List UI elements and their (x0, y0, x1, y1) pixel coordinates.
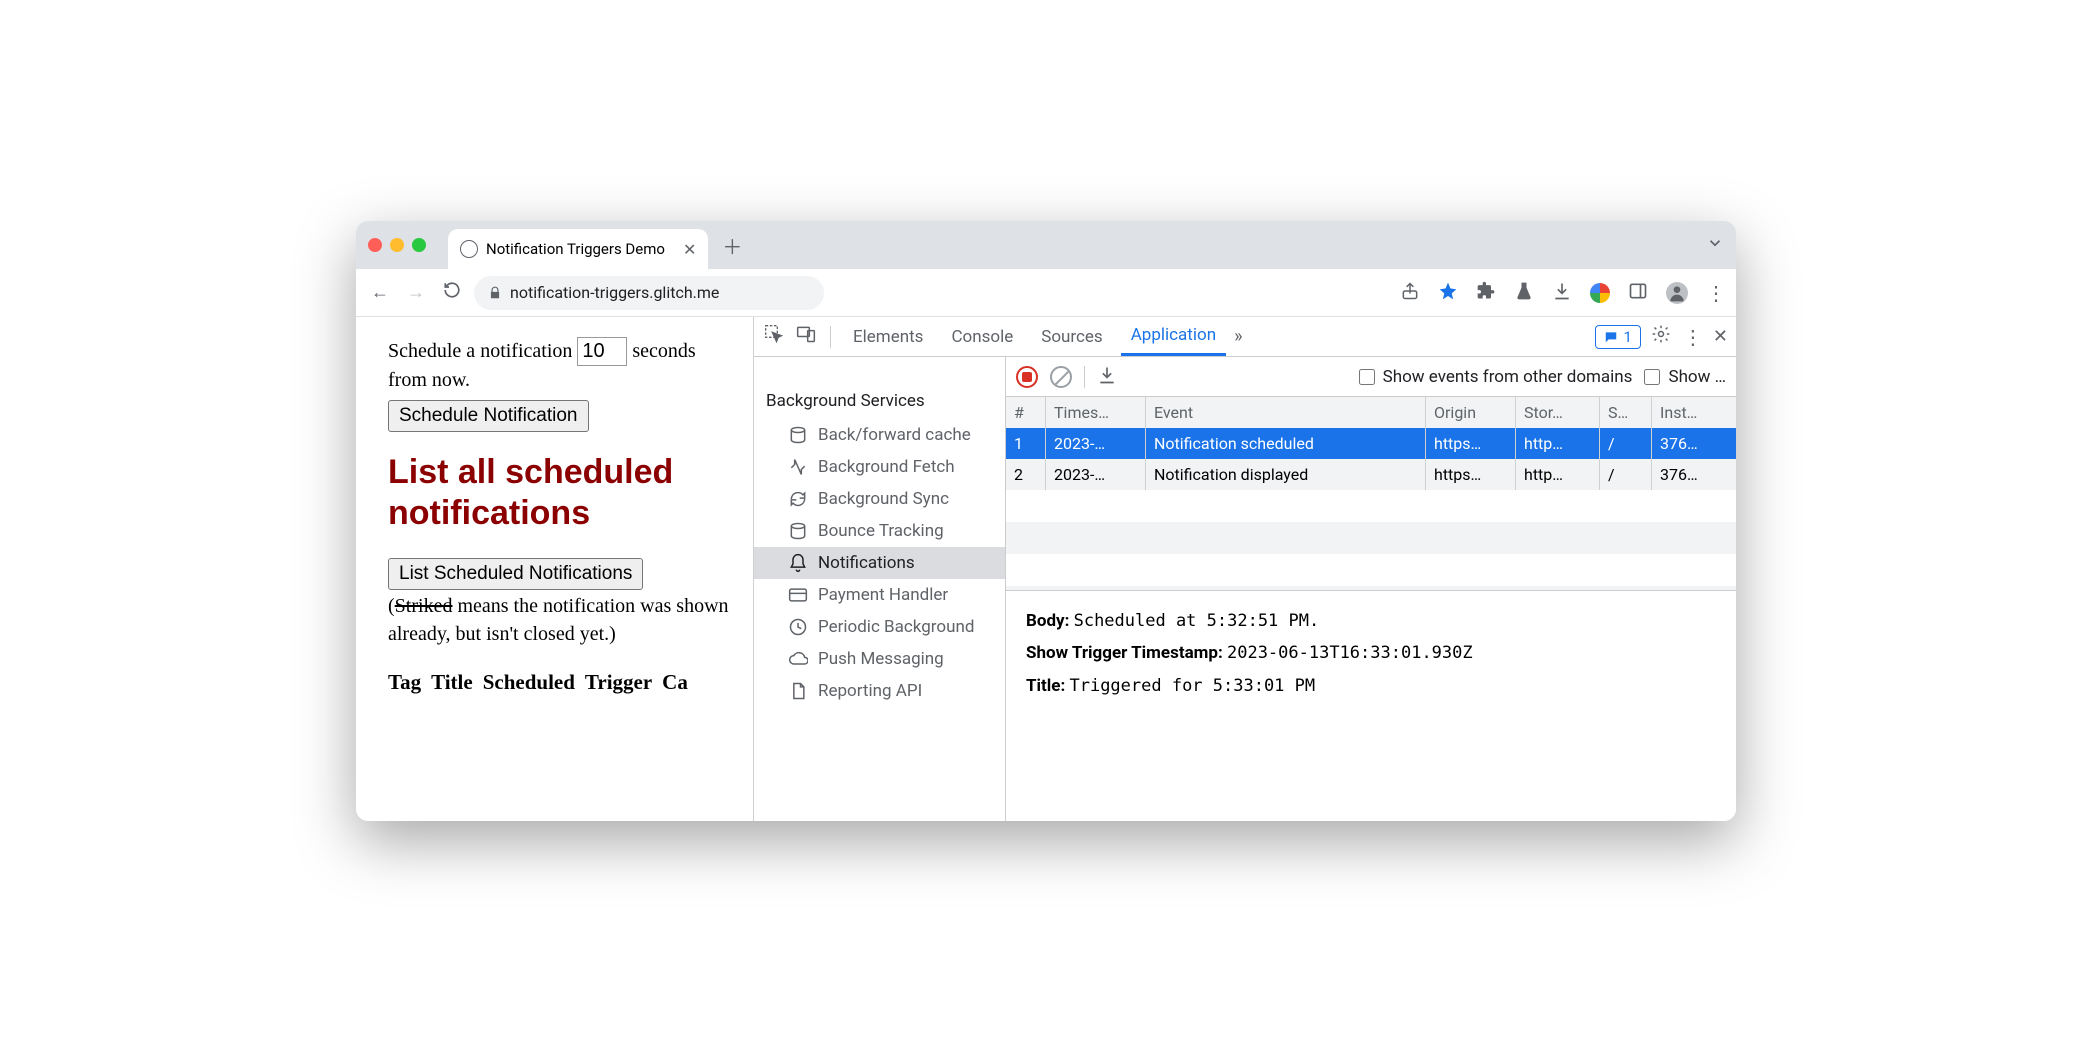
events-table: # Times… Event Origin Stor… S… Inst… 1 2… (1006, 397, 1736, 591)
sidebar-item-push[interactable]: Push Messaging (754, 643, 1005, 675)
tab-title: Notification Triggers Demo (486, 240, 665, 258)
tab-elements[interactable]: Elements (843, 319, 933, 355)
labs-icon[interactable] (1514, 281, 1534, 305)
tabs-chevron-icon[interactable] (1706, 234, 1724, 256)
sidebar-item-notifications[interactable]: Notifications (754, 547, 1005, 579)
detail-body-value: Scheduled at 5:32:51 PM. (1074, 611, 1320, 631)
close-devtools-button[interactable]: ✕ (1713, 326, 1728, 347)
window-controls (368, 238, 426, 252)
device-toggle-icon[interactable] (794, 324, 818, 349)
close-window-button[interactable] (368, 238, 382, 252)
url-text: notification-triggers.glitch.me (510, 283, 719, 302)
sidebar-item-bgsync[interactable]: Background Sync (754, 483, 1005, 515)
notifications-panel: Show events from other domains Show … # … (1006, 357, 1736, 821)
panel-toolbar: Show events from other domains Show … (1006, 357, 1736, 397)
schedule-notification-button[interactable]: Schedule Notification (388, 400, 589, 432)
empty-rows (1006, 490, 1736, 590)
page-heading: List all scheduled notifications (388, 452, 737, 534)
sidebar-item-bgfetch[interactable]: Background Fetch (754, 451, 1005, 483)
sidebar-header: Background Services (754, 391, 1005, 419)
download-icon[interactable] (1552, 281, 1572, 305)
extensions-icon[interactable] (1476, 281, 1496, 305)
browser-window: Notification Triggers Demo ✕ ＋ ← → notif… (356, 221, 1736, 821)
detail-title-label: Title: (1026, 676, 1065, 696)
tab-bar: Notification Triggers Demo ✕ ＋ (356, 221, 1736, 269)
detail-ts-label: Show Trigger Timestamp: (1026, 643, 1223, 663)
event-details: Body: Scheduled at 5:32:51 PM. Show Trig… (1006, 591, 1736, 716)
download-events-icon[interactable] (1097, 365, 1117, 389)
devtools-menu-icon[interactable]: ⋮ (1681, 325, 1705, 349)
detail-ts-value: 2023-06-13T16:33:01.930Z (1227, 643, 1473, 663)
show-extra-checkbox[interactable]: Show … (1644, 367, 1726, 387)
note-text: (Striked means the notification was show… (388, 592, 737, 648)
detail-title-value: Triggered for 5:33:01 PM (1069, 676, 1315, 696)
application-sidebar: Background Services Back/forward cache B… (754, 357, 1006, 821)
address-bar[interactable]: notification-triggers.glitch.me (474, 276, 824, 310)
list-notifications-button[interactable]: List Scheduled Notifications (388, 558, 643, 590)
tab-console[interactable]: Console (941, 319, 1023, 355)
record-button[interactable] (1016, 366, 1038, 388)
toolbar-actions: ⋮ (1400, 281, 1726, 305)
lock-icon (488, 286, 502, 300)
detail-body-label: Body: (1026, 611, 1069, 631)
reload-button[interactable] (438, 281, 466, 304)
sidebar-item-reporting[interactable]: Reporting API (754, 675, 1005, 707)
devtools-panel: Elements Console Sources Application » 1… (754, 317, 1736, 821)
table-row[interactable]: 2 2023-… Notification displayed https… h… (1006, 459, 1736, 490)
maximize-window-button[interactable] (412, 238, 426, 252)
sidebar-item-periodic[interactable]: Periodic Background (754, 611, 1005, 643)
minimize-window-button[interactable] (390, 238, 404, 252)
kebab-menu-icon[interactable]: ⋮ (1706, 281, 1726, 305)
page-content: Schedule a notification seconds from now… (356, 317, 754, 821)
close-tab-button[interactable]: ✕ (683, 240, 696, 259)
more-tabs-icon[interactable]: » (1234, 326, 1242, 347)
table-row[interactable]: 1 2023-… Notification scheduled https… h… (1006, 428, 1736, 459)
sidebar-item-bfcache[interactable]: Back/forward cache (754, 419, 1005, 451)
tab-application[interactable]: Application (1121, 317, 1226, 356)
google-account-icon[interactable] (1590, 283, 1610, 303)
schedule-text: Schedule a notification seconds from now… (388, 337, 737, 394)
table-header-row: # Times… Event Origin Stor… S… Inst… (1006, 397, 1736, 428)
toolbar: ← → notification-triggers.glitch.me ⋮ (356, 269, 1736, 317)
table-header: Tag Title Scheduled Trigger Ca (388, 670, 737, 695)
devtools-tabbar: Elements Console Sources Application » 1… (754, 317, 1736, 357)
back-button[interactable]: ← (366, 282, 394, 303)
sidepanel-icon[interactable] (1628, 281, 1648, 305)
show-other-domains-checkbox[interactable]: Show events from other domains (1359, 367, 1633, 387)
globe-icon (460, 240, 478, 258)
new-tab-button[interactable]: ＋ (722, 231, 742, 260)
settings-gear-icon[interactable] (1649, 324, 1673, 349)
sidebar-item-payment[interactable]: Payment Handler (754, 579, 1005, 611)
issues-badge[interactable]: 1 (1595, 325, 1640, 349)
sidebar-item-bounce[interactable]: Bounce Tracking (754, 515, 1005, 547)
forward-button[interactable]: → (402, 282, 430, 303)
browser-tab[interactable]: Notification Triggers Demo ✕ (448, 229, 708, 269)
bookmark-star-icon[interactable] (1438, 281, 1458, 305)
share-icon[interactable] (1400, 281, 1420, 305)
clear-button[interactable] (1050, 366, 1072, 388)
inspect-icon[interactable] (762, 324, 786, 349)
seconds-input[interactable] (577, 337, 627, 366)
tab-sources[interactable]: Sources (1031, 319, 1112, 355)
profile-avatar[interactable] (1666, 282, 1688, 304)
